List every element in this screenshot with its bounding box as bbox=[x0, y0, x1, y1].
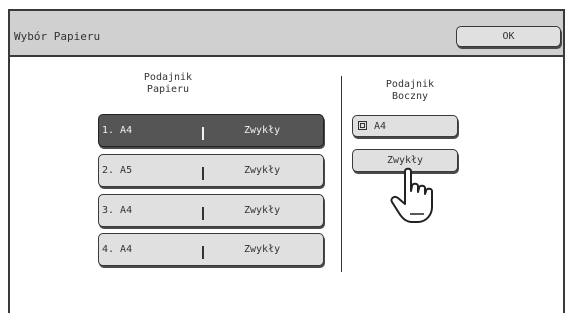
screen-title: Wybór Papieru bbox=[14, 30, 101, 43]
tray-3-button[interactable]: 3. A4 Zwykły bbox=[98, 194, 324, 227]
paper-tray-icon bbox=[202, 127, 211, 140]
bypass-tray-heading: Podajnik Boczny bbox=[385, 79, 435, 102]
pointing-hand-icon bbox=[390, 167, 433, 223]
paper-tray-icon bbox=[202, 207, 211, 220]
paper-type-label: Zwykły bbox=[244, 165, 281, 176]
paper-type-label: Zwykły bbox=[244, 125, 281, 136]
paper-select-screen: Wybór Papieru OK Podajnik Papieru 1. A4 … bbox=[8, 9, 565, 313]
title-bar: Wybór Papieru OK bbox=[10, 11, 563, 57]
tray-2-button[interactable]: 2. A5 Zwykły bbox=[98, 154, 324, 187]
tray-1-button[interactable]: 1. A4 Zwykły bbox=[98, 114, 324, 147]
paper-type-label: Zwykły bbox=[244, 205, 281, 216]
bypass-size-button[interactable]: A4 bbox=[352, 115, 458, 137]
tray-label: 1. A4 bbox=[102, 125, 133, 136]
ok-button[interactable]: OK bbox=[456, 26, 561, 47]
bypass-size-label: A4 bbox=[374, 121, 387, 132]
paper-tray-icon bbox=[202, 246, 211, 259]
tray-label: 2. A5 bbox=[102, 165, 133, 176]
tray-4-button[interactable]: 4. A4 Zwykły bbox=[98, 233, 324, 266]
paper-tray-heading: Podajnik Papieru bbox=[143, 72, 193, 95]
column-divider bbox=[341, 76, 342, 272]
tray-label: 3. A4 bbox=[102, 205, 133, 216]
tray-label: 4. A4 bbox=[102, 244, 133, 255]
bypass-tray-icon bbox=[358, 121, 367, 130]
paper-type-label: Zwykły bbox=[244, 244, 281, 255]
paper-tray-icon bbox=[202, 167, 211, 180]
